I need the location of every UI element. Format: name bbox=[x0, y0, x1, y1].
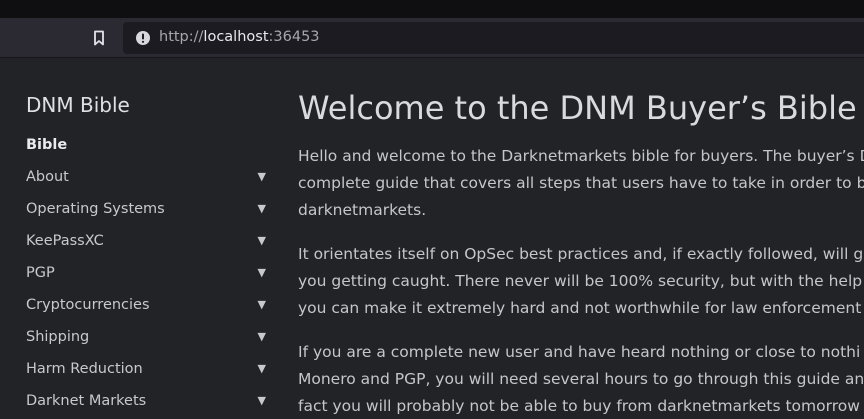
page-title: Welcome to the DNM Buyer’s Bible bbox=[298, 89, 857, 127]
sidebar-item-label: Cryptocurrencies bbox=[26, 297, 150, 313]
sidebar-item-label: About bbox=[26, 169, 69, 185]
paragraph-line: Hello and welcome to the Darknetmarkets … bbox=[298, 147, 864, 165]
sidebar-item-cryptocurrencies[interactable]: Cryptocurrencies ▼ bbox=[26, 297, 268, 319]
paragraph-line: If you are a complete new user and have … bbox=[298, 343, 861, 361]
caret-down-icon[interactable]: ▼ bbox=[258, 394, 266, 407]
paragraph-line: darknetmarkets. bbox=[298, 201, 427, 219]
sidebar-item-keepassxc[interactable]: KeePassXC ▼ bbox=[26, 233, 268, 255]
paragraph-line: you getting caught. There never will be … bbox=[298, 272, 864, 290]
caret-down-icon[interactable]: ▼ bbox=[258, 234, 266, 247]
sidebar-item-label: KeePassXC bbox=[26, 233, 104, 249]
sidebar-item-pgp[interactable]: PGP ▼ bbox=[26, 265, 268, 287]
url-bar[interactable]: http://localhost:36453 bbox=[123, 22, 864, 54]
paragraph-line: It orientates itself on OpSec best pract… bbox=[298, 245, 864, 263]
sidebar-item-darknet-markets[interactable]: Darknet Markets ▼ bbox=[26, 393, 268, 415]
sidebar-item-about[interactable]: About ▼ bbox=[26, 169, 268, 191]
url-text[interactable]: http://localhost:36453 bbox=[159, 29, 320, 45]
page: DNM Bible Bible About ▼ Operating System… bbox=[0, 59, 864, 419]
sidebar-item-operating-systems[interactable]: Operating Systems ▼ bbox=[26, 201, 268, 223]
sidebar-item-label: PGP bbox=[26, 265, 55, 281]
caret-down-icon[interactable]: ▼ bbox=[258, 298, 266, 311]
caret-down-icon[interactable]: ▼ bbox=[258, 362, 266, 375]
url-scheme: http:// bbox=[159, 29, 204, 45]
window-top-strip bbox=[0, 0, 864, 18]
sidebar-item-harm-reduction[interactable]: Harm Reduction ▼ bbox=[26, 361, 268, 383]
sidebar-item-shipping[interactable]: Shipping ▼ bbox=[26, 329, 268, 351]
site-info-icon[interactable] bbox=[135, 30, 151, 46]
caret-down-icon[interactable]: ▼ bbox=[258, 266, 266, 279]
paragraph-line: Monero and PGP, you will need several ho… bbox=[298, 370, 864, 388]
sidebar: DNM Bible Bible About ▼ Operating System… bbox=[0, 59, 282, 419]
paragraph-line: fact you will probably not be able to bu… bbox=[298, 397, 860, 415]
sidebar-item-label: Bible bbox=[26, 137, 68, 153]
site-title[interactable]: DNM Bible bbox=[26, 93, 130, 117]
caret-down-icon[interactable]: ▼ bbox=[258, 202, 266, 215]
caret-down-icon[interactable]: ▼ bbox=[258, 170, 266, 183]
url-port: :36453 bbox=[268, 29, 320, 45]
main-content: Welcome to the DNM Buyer’s Bible Hello a… bbox=[298, 59, 864, 419]
browser-toolbar: http://localhost:36453 bbox=[0, 18, 864, 58]
bookmark-icon[interactable] bbox=[88, 27, 110, 49]
sidebar-item-label: Darknet Markets bbox=[26, 393, 147, 409]
sidebar-item-label: Harm Reduction bbox=[26, 361, 143, 377]
sidebar-item-label: Shipping bbox=[26, 329, 90, 345]
sidebar-item-bible[interactable]: Bible bbox=[26, 137, 268, 159]
paragraph-line: you can make it extremely hard and not w… bbox=[298, 299, 862, 317]
sidebar-item-label: Operating Systems bbox=[26, 201, 165, 217]
url-host: localhost bbox=[203, 29, 269, 45]
paragraph-line: complete guide that covers all steps tha… bbox=[298, 174, 864, 192]
caret-down-icon[interactable]: ▼ bbox=[258, 330, 266, 343]
